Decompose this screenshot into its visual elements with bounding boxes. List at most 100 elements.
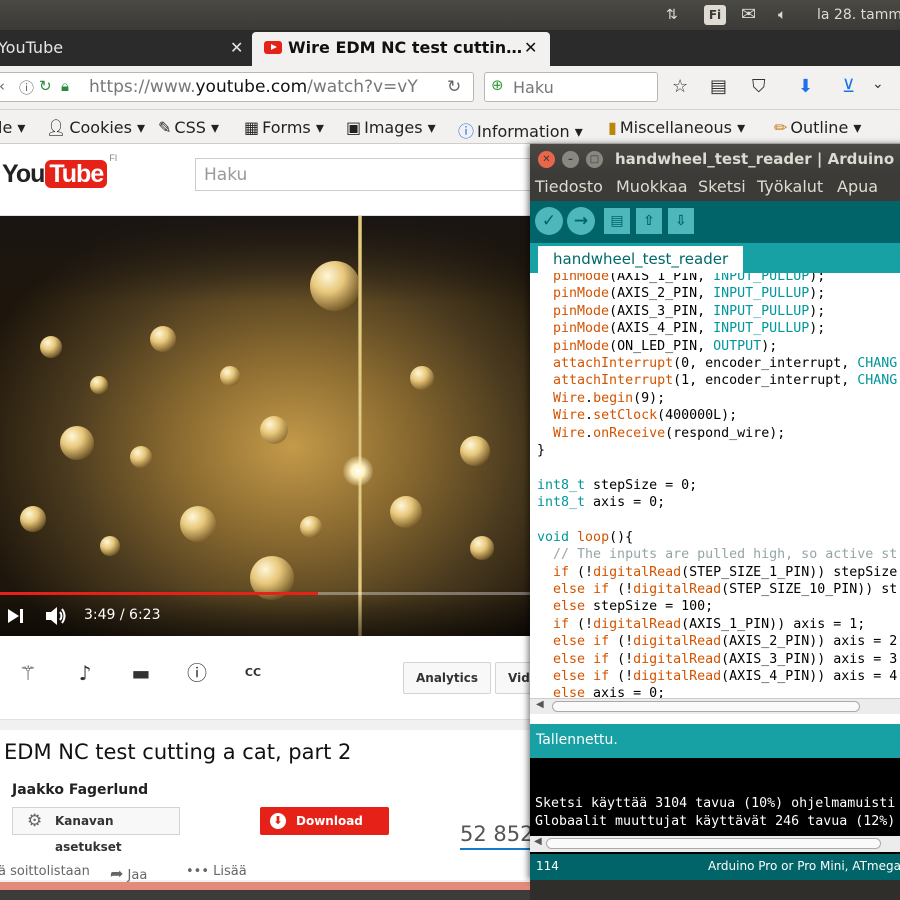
dev-menu-information[interactable]: ⓘ Information ▾ [458,118,583,142]
code-token: Wire [553,390,586,406]
annotations-icon[interactable]: ▬ [128,660,154,686]
progress-bar[interactable] [0,592,530,595]
tab-youtube[interactable]: YouTube ✕ [0,32,252,66]
search-engine-icon[interactable]: ⊕ [491,76,504,94]
console-horizontal-scrollbar[interactable]: ◀ [530,836,900,852]
scrollbar-thumb[interactable] [546,838,881,849]
video-bubble [310,261,360,311]
more-button[interactable]: ••• Lisää [186,864,247,879]
menu-edit[interactable]: Muokkaa [616,177,688,196]
menu-tools[interactable]: Työkalut [757,177,823,196]
menu-sketch[interactable]: Sketsi [698,177,746,196]
minimize-window-icon[interactable]: – [562,151,579,168]
code-token: else [553,599,586,615]
add-to-playlist-button[interactable]: ä soittolistaan [0,864,90,879]
status-message: Tallennettu. [536,732,618,748]
mail-icon[interactable]: ✉ [741,0,756,30]
url-text[interactable]: https://www.youtube.com/watch?v=vY [89,77,418,97]
download-icon: ⬇ [270,813,286,829]
dev-menu-miscellaneous[interactable]: ▮ Miscellaneous ▾ [608,118,745,137]
download-helper-icon[interactable]: ⊻ [842,76,855,97]
code-token: if [593,668,610,684]
volume-icon[interactable]: 🔈︎ [778,0,786,30]
info-circle-icon[interactable]: ⓘ [19,77,34,98]
youtube-logo[interactable]: You TubeFI [2,153,117,189]
dev-menu-partial[interactable]: le ▾ [0,118,25,137]
sketch-tab[interactable]: handwheel_test_reader [538,246,744,273]
arduino-title-bar[interactable]: ✕ – □ handwheel_test_reader | Arduino [530,144,900,174]
code-token: } [537,442,546,458]
clock[interactable]: la 28. tamm [817,0,900,30]
new-file-icon[interactable]: ▤ [604,208,630,234]
keyboard-layout-indicator[interactable]: Fi [704,0,726,30]
channel-name[interactable]: Jaakko Fagerlund [12,782,148,798]
download-button[interactable]: ⬇ Download [260,807,389,835]
code-token: int8_t [537,477,586,493]
dev-menu-outline[interactable]: ✏ Outline ▾ [774,118,861,137]
keyboard-layout-badge[interactable]: Fi [704,5,726,25]
dev-menu-css[interactable]: ✎ CSS ▾ [158,118,219,137]
video-bubble [390,496,422,528]
code-token: . [585,425,594,441]
volume-icon[interactable] [44,604,70,628]
scroll-left-icon[interactable]: ◀ [534,836,542,847]
tab-wire-edm[interactable]: Wire EDM NC test cuttin… ✕ [252,32,550,66]
share-button[interactable]: ➦ Jaa [110,864,147,883]
upload-arrow-icon[interactable]: → [567,207,595,235]
back-arrow-icon[interactable]: ‹ [0,77,5,95]
scroll-left-icon[interactable]: ◀ [536,699,544,710]
url-bar[interactable]: ‹ ⓘ ↻ 🔒︎ https://www.youtube.com/watch?v… [0,72,474,102]
dev-menu-images[interactable]: ▣ Images ▾ [346,118,436,137]
info-icon[interactable]: ⓘ [184,660,210,686]
browser-search-box[interactable]: ⊕ Haku [484,72,658,102]
code-line: if (!digitalRead(AXIS_1_PIN)) axis = 1; [537,616,897,633]
scrollbar-thumb[interactable] [552,701,860,712]
edm-wire [358,216,362,636]
code-token: (AXIS_1_PIN)) axis = 1; [681,616,866,632]
youtube-search-input[interactable]: Haku [195,158,530,191]
download-arrow-icon[interactable]: ⬇ [798,76,813,97]
play-icon[interactable] [6,606,26,626]
code-token: (! [609,634,634,650]
reload-green-icon[interactable]: ↻ [39,77,52,95]
css-icon: ✎ [158,118,172,137]
pocket-icon[interactable]: ⛉ [752,76,766,97]
close-window-icon[interactable]: ✕ [538,151,555,168]
editor-horizontal-scrollbar[interactable]: ◀ [530,698,900,714]
captions-icon[interactable]: CC [240,660,266,686]
magic-wand-icon[interactable]: ⚚ [15,660,41,686]
dev-menu-cookies[interactable]: 👤︎ Cookies ▾ [46,118,145,137]
bookmark-star-icon[interactable]: ☆ [672,76,688,97]
code-token: INPUT_PULLUP [713,303,810,319]
code-line: } [537,442,897,459]
menu-help[interactable]: Apua [837,177,878,196]
code-line: int8_t axis = 0; [537,494,897,511]
chevron-down-icon[interactable]: ⌄ [872,76,884,92]
save-down-arrow-icon[interactable]: ⇩ [668,208,694,234]
music-note-icon[interactable]: ♪ [72,660,98,686]
video-manager-button[interactable]: Vide [495,662,530,694]
menu-file[interactable]: Tiedosto [535,177,603,196]
code-token: else [553,686,586,698]
network-arrows-icon[interactable]: ⇅ [666,0,678,30]
reading-list-icon[interactable]: ▤ [710,76,727,97]
close-tab-icon[interactable]: ✕ [230,32,243,64]
open-up-arrow-icon[interactable]: ⇧ [636,208,662,234]
lock-icon[interactable]: 🔒︎ [61,77,69,95]
dev-menu-forms[interactable]: ▦ Forms ▾ [244,118,324,137]
code-token: attachInterrupt [553,355,674,371]
close-tab-icon[interactable]: ✕ [524,32,537,64]
verify-check-icon[interactable]: ✓ [535,207,563,235]
code-editor[interactable]: pinMode(AXIS_1_PIN, INPUT_PULLUP); pinMo… [530,273,900,698]
video-player[interactable]: 3:49 / 6:23 [0,216,530,636]
maximize-window-icon[interactable]: □ [586,151,603,168]
video-bubble [20,506,46,532]
analytics-button[interactable]: Analytics [403,662,491,694]
reload-icon[interactable]: ↻ [447,77,461,97]
channel-settings-button[interactable]: ⚙ Kanavan asetukset [12,807,180,854]
